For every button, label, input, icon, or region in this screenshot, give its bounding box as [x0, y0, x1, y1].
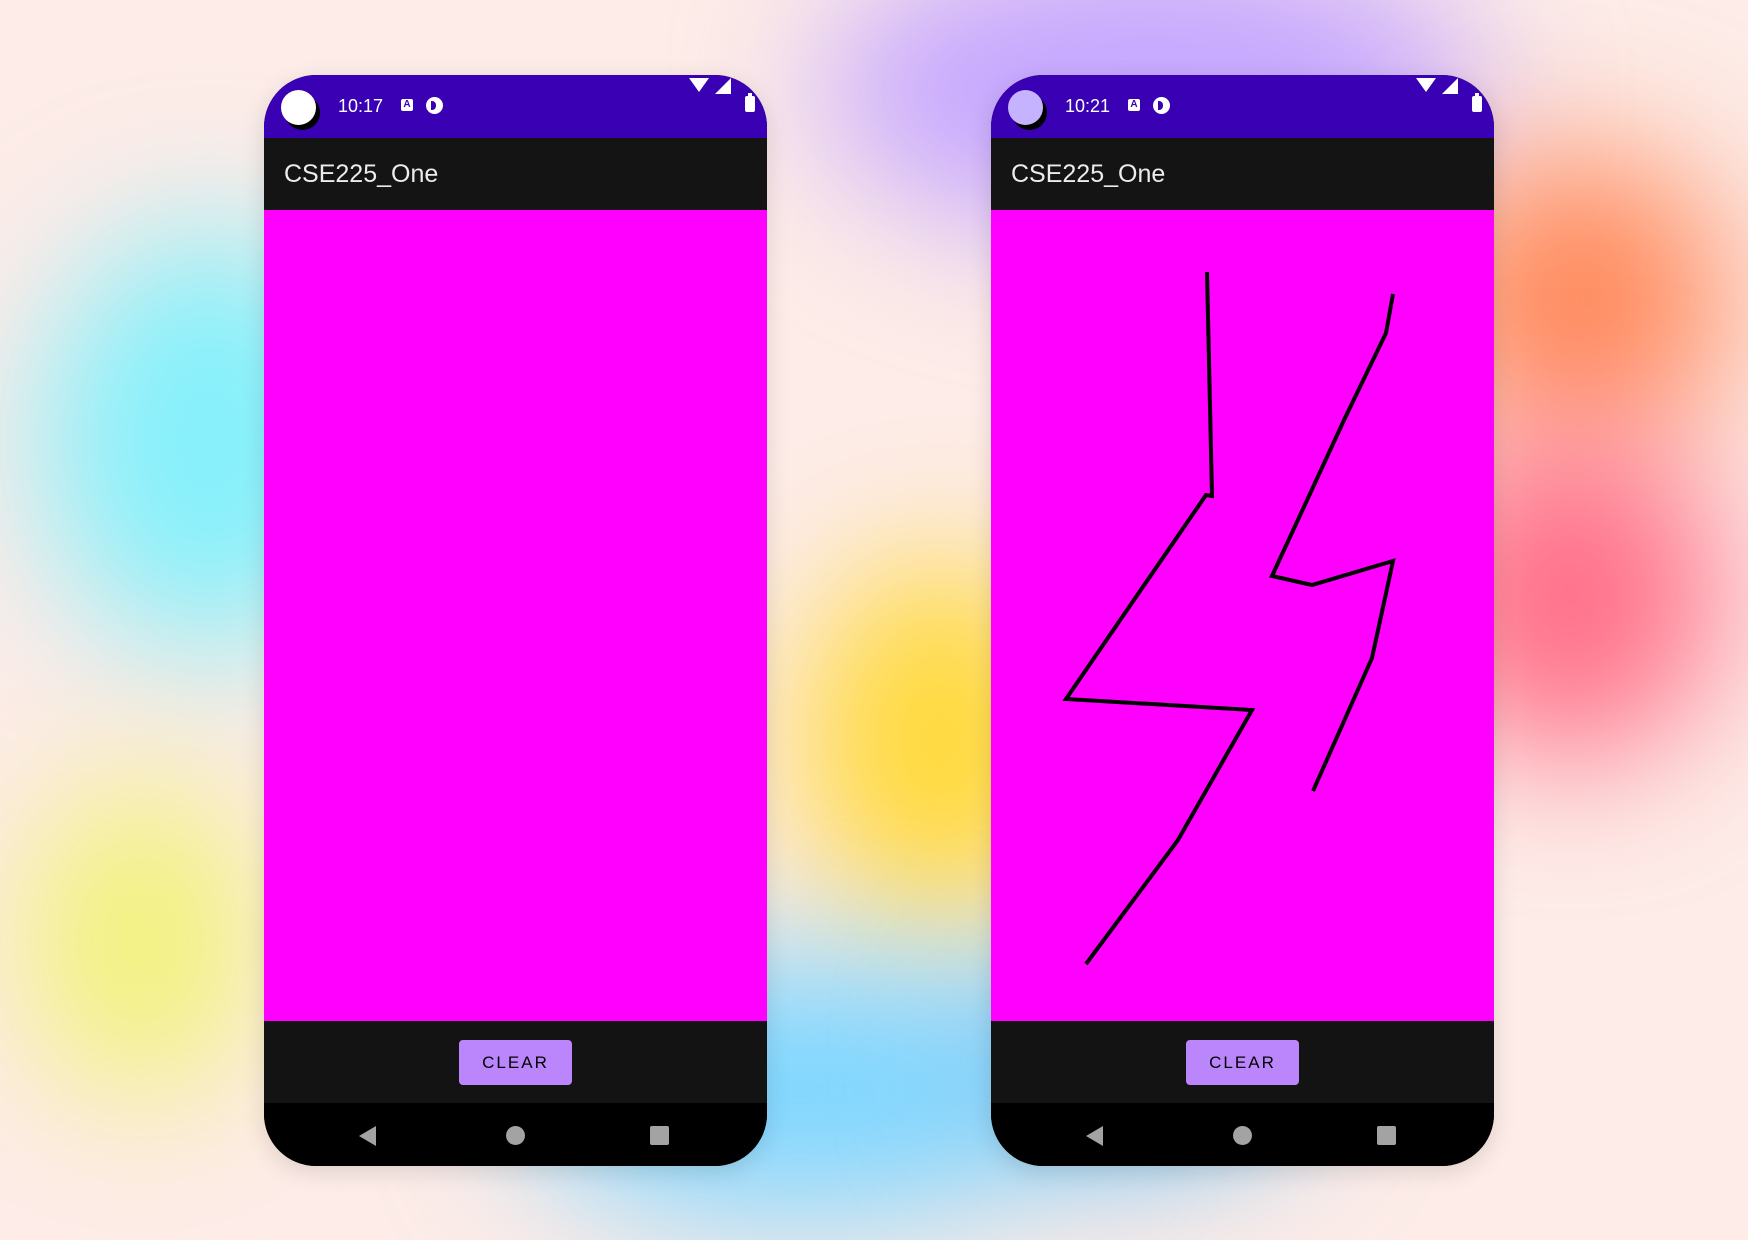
back-icon[interactable]	[1086, 1126, 1103, 1146]
status-bar: 10:21 A	[991, 75, 1494, 138]
status-bar: 10:17 A	[264, 75, 767, 138]
phone-right: 10:21 A CSE225_One CLEAR	[991, 75, 1494, 1166]
drawn-stroke	[1062, 271, 1396, 966]
recents-icon[interactable]	[1377, 1126, 1396, 1145]
battery-icon	[745, 93, 755, 112]
signal-icon	[715, 78, 731, 94]
battery-icon	[1472, 93, 1482, 112]
bottom-panel: CLEAR	[264, 1021, 767, 1103]
notification-a-icon: A	[401, 99, 413, 111]
app-title: CSE225_One	[284, 160, 439, 188]
signal-icon	[1442, 78, 1458, 94]
home-icon[interactable]	[506, 1126, 525, 1145]
wifi-icon	[1416, 78, 1436, 92]
app-title: CSE225_One	[1011, 160, 1166, 188]
camera-cutout-icon	[1008, 90, 1043, 125]
home-icon[interactable]	[1233, 1126, 1252, 1145]
app-bar: CSE225_One	[264, 138, 767, 210]
status-time: 10:17	[338, 96, 384, 116]
drawing-canvas[interactable]	[264, 210, 767, 1021]
notification-a-icon: A	[1128, 99, 1140, 111]
wifi-icon	[689, 78, 709, 92]
camera-cutout-icon	[281, 90, 316, 125]
app-bar: CSE225_One	[991, 138, 1494, 210]
status-time: 10:21	[1065, 96, 1111, 116]
phone-left: 10:17 A CSE225_One CLEAR	[264, 75, 767, 1166]
bottom-panel: CLEAR	[991, 1021, 1494, 1103]
clear-button[interactable]: CLEAR	[459, 1040, 572, 1085]
recents-icon[interactable]	[650, 1126, 669, 1145]
notification-p-icon	[1153, 97, 1170, 114]
navigation-bar	[991, 1103, 1494, 1166]
clear-button[interactable]: CLEAR	[1186, 1040, 1299, 1085]
back-icon[interactable]	[359, 1126, 376, 1146]
navigation-bar	[264, 1103, 767, 1166]
notification-p-icon	[426, 97, 443, 114]
drawing-canvas[interactable]	[991, 210, 1494, 1021]
background-blob-lime	[20, 780, 260, 1100]
